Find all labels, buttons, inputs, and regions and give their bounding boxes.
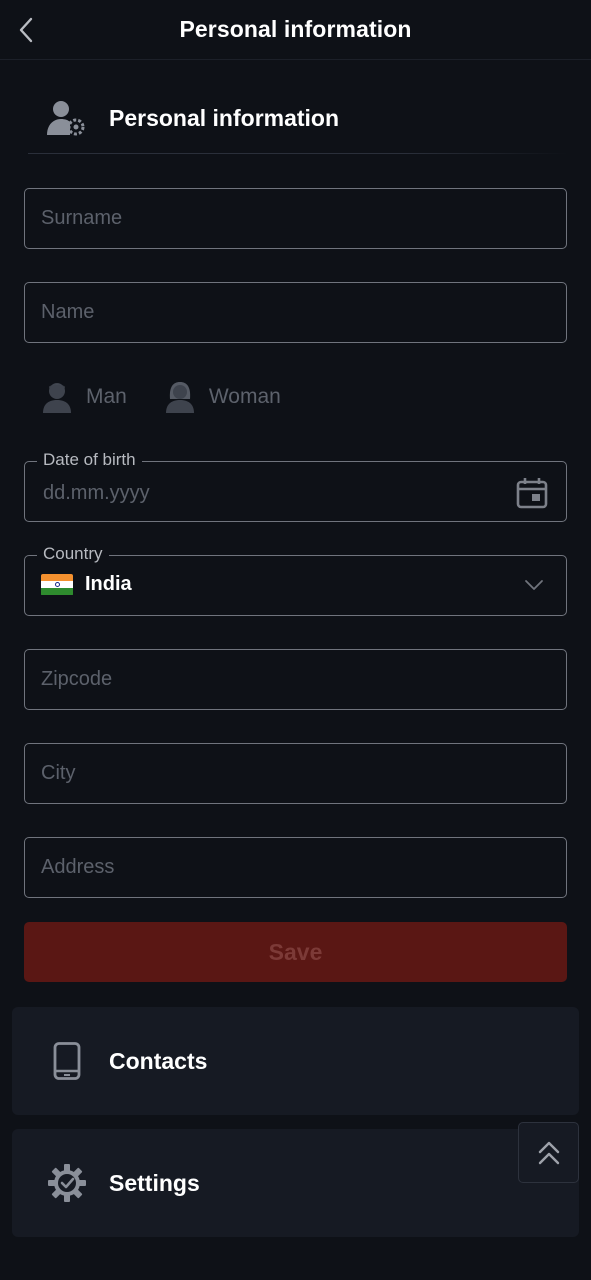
personal-info-page: Personal information Personal informatio… — [0, 0, 591, 1280]
gender-selector: Man Woman — [42, 376, 319, 418]
gender-option-woman[interactable]: Woman — [165, 381, 281, 413]
dob-placeholder: dd.mm.yyyy — [43, 482, 150, 504]
india-flag-icon — [41, 573, 73, 596]
gender-option-man[interactable]: Man — [42, 381, 127, 413]
top-bar: Personal information — [0, 0, 591, 60]
section-header: Personal information — [28, 82, 563, 154]
scroll-to-top-button[interactable] — [518, 1122, 579, 1183]
woman-avatar-icon — [165, 382, 194, 413]
address-input[interactable] — [25, 838, 566, 897]
gear-check-icon — [47, 1164, 86, 1202]
dob-label: Date of birth — [37, 450, 142, 470]
country-select[interactable]: Country India — [24, 544, 567, 616]
chevron-down-icon — [525, 580, 543, 590]
contacts-label: Contacts — [109, 1047, 208, 1074]
zipcode-field — [24, 649, 567, 710]
surname-field — [24, 188, 567, 249]
city-input[interactable] — [25, 744, 566, 803]
calendar-icon[interactable] — [516, 477, 548, 509]
back-button[interactable] — [8, 12, 44, 48]
name-input[interactable] — [25, 283, 566, 342]
double-chevron-up-icon — [538, 1141, 559, 1164]
address-field — [24, 837, 567, 898]
gender-label-woman: Woman — [208, 385, 281, 408]
settings-card[interactable]: Settings — [12, 1129, 579, 1237]
save-button[interactable]: Save — [24, 922, 567, 982]
smartphone-icon — [53, 1042, 80, 1080]
section-title: Personal information — [109, 104, 340, 131]
dob-field[interactable]: Date of birth dd.mm.yyyy — [24, 450, 567, 522]
city-field — [24, 743, 567, 804]
man-avatar-icon — [43, 383, 71, 413]
user-settings-icon — [47, 101, 85, 136]
page-title: Personal information — [179, 16, 412, 42]
name-field — [24, 282, 567, 343]
country-label: Country — [37, 544, 109, 564]
settings-label: Settings — [109, 1169, 200, 1196]
zipcode-input[interactable] — [25, 650, 566, 709]
contacts-card[interactable]: Contacts — [12, 1007, 579, 1115]
country-value: India — [85, 573, 132, 595]
chevron-left-icon — [19, 17, 33, 43]
section-divider — [28, 153, 568, 154]
gender-label-man: Man — [86, 385, 127, 408]
surname-input[interactable] — [25, 189, 566, 248]
